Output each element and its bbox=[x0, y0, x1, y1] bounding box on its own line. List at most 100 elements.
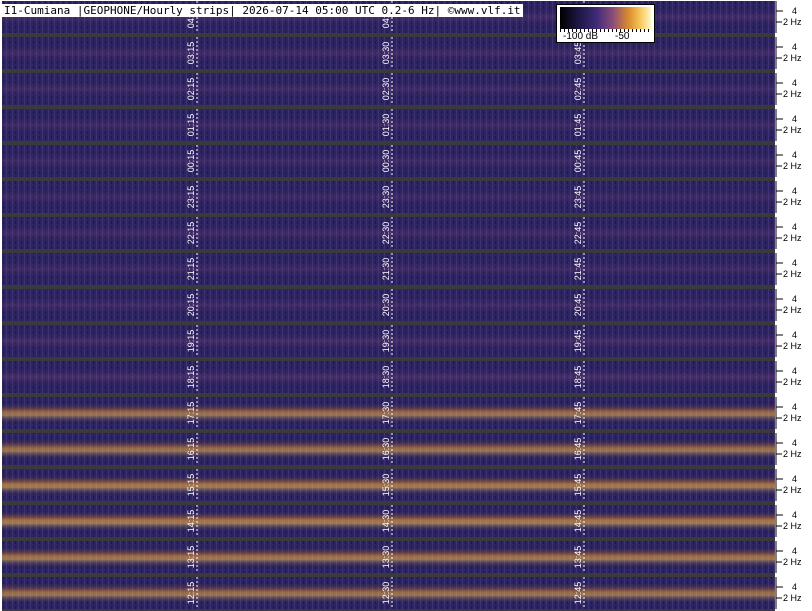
time-label: 18:30 bbox=[381, 366, 391, 389]
y-tick-label-4: 4 bbox=[792, 546, 797, 556]
y-tick-label-2hz: 2 Hz bbox=[783, 521, 802, 531]
colorbar-gradient bbox=[560, 7, 651, 29]
time-label: 13:30 bbox=[381, 546, 391, 569]
y-tick-label-4: 4 bbox=[792, 78, 797, 88]
time-label: 19:15 bbox=[186, 330, 196, 353]
y-tick-label-2hz: 2 Hz bbox=[783, 161, 802, 171]
time-label: 20:45 bbox=[573, 294, 583, 317]
strip-separator bbox=[2, 573, 775, 577]
y-tick-label-2hz: 2 Hz bbox=[783, 89, 802, 99]
time-label: 12:15 bbox=[186, 582, 196, 605]
strip-9: 19:15 19:30 19:45 42 Hz bbox=[2, 325, 802, 361]
y-tick-label-4: 4 bbox=[792, 402, 797, 412]
time-label: 23:15 bbox=[186, 186, 196, 209]
colorbar-label-high: -50 bbox=[615, 31, 630, 42]
time-label: 18:15 bbox=[186, 366, 196, 389]
time-label: 01:45 bbox=[573, 114, 583, 137]
y-tick-label-2hz: 2 Hz bbox=[783, 449, 802, 459]
strip-4: 00:15 00:30 00:45 42 Hz bbox=[2, 145, 802, 181]
time-label: 00:30 bbox=[381, 150, 391, 173]
time-label: 16:30 bbox=[381, 438, 391, 461]
strip-11: 17:15 17:30 17:45 42 Hz bbox=[2, 397, 802, 433]
time-label: 12:45 bbox=[573, 582, 583, 605]
strip-10: 18:15 18:30 18:45 42 Hz bbox=[2, 361, 802, 397]
time-label: 20:30 bbox=[381, 294, 391, 317]
y-tick-label-4: 4 bbox=[792, 510, 797, 520]
y-tick-label-2hz: 2 Hz bbox=[783, 593, 802, 603]
strip-separator bbox=[2, 537, 775, 541]
strip-separator bbox=[2, 105, 775, 109]
y-tick-label-4: 4 bbox=[792, 294, 797, 304]
strip-separator bbox=[2, 501, 775, 505]
time-label: 00:45 bbox=[573, 150, 583, 173]
y-tick-label-2hz: 2 Hz bbox=[783, 485, 802, 495]
chart-title: I1-Cumiana |GEOPHONE/Hourly strips| 2026… bbox=[2, 4, 523, 17]
y-tick-label-2hz: 2 Hz bbox=[783, 233, 802, 243]
time-label: 14:45 bbox=[573, 510, 583, 533]
time-label: 14:30 bbox=[381, 510, 391, 533]
strip-7: 21:15 21:30 21:45 42 Hz bbox=[2, 253, 802, 289]
colorbar-label-low: -100 dB bbox=[563, 31, 599, 42]
strip-13: 15:15 15:30 15:45 42 Hz bbox=[2, 469, 802, 505]
time-label: 01:30 bbox=[381, 114, 391, 137]
strip-separator bbox=[2, 33, 775, 37]
y-tick-label-2hz: 2 Hz bbox=[783, 53, 802, 63]
time-label: 20:15 bbox=[186, 294, 196, 317]
time-label: 15:30 bbox=[381, 474, 391, 497]
strip-8: 20:15 20:30 20:45 42 Hz bbox=[2, 289, 802, 325]
time-label: 00:15 bbox=[186, 150, 196, 173]
time-label: 02:30 bbox=[381, 78, 391, 101]
time-label: 15:45 bbox=[573, 474, 583, 497]
y-tick-label-2hz: 2 Hz bbox=[783, 377, 802, 387]
y-tick-label-2hz: 2 Hz bbox=[783, 125, 802, 135]
spectrogram-chart: 04:1504:3004:4542 Hz03:1503:3003:4542 Hz… bbox=[2, 1, 802, 611]
strip-separator bbox=[2, 285, 775, 289]
y-tick-label-4: 4 bbox=[792, 6, 797, 16]
y-tick-label-4: 4 bbox=[792, 150, 797, 160]
time-label: 19:30 bbox=[381, 330, 391, 353]
strip-14: 14:15 14:30 14:45 42 Hz bbox=[2, 505, 802, 541]
spectrogram-figure: 04:1504:3004:4542 Hz03:1503:3003:4542 Hz… bbox=[0, 0, 812, 611]
time-label: 15:15 bbox=[186, 474, 196, 497]
strip-1: 03:15 03:30 03:45 42 Hz bbox=[2, 37, 802, 73]
y-tick-label-2hz: 2 Hz bbox=[783, 17, 802, 27]
strip-separator bbox=[2, 357, 775, 361]
strip-5: 23:15 23:30 23:45 42 Hz bbox=[2, 181, 802, 217]
y-tick-label-2hz: 2 Hz bbox=[783, 413, 802, 423]
time-label: 22:45 bbox=[573, 222, 583, 245]
y-tick-label-4: 4 bbox=[792, 114, 797, 124]
time-label: 14:15 bbox=[186, 510, 196, 533]
time-label: 17:15 bbox=[186, 402, 196, 425]
y-tick-label-4: 4 bbox=[792, 330, 797, 340]
time-label: 17:45 bbox=[573, 402, 583, 425]
time-label: 03:15 bbox=[186, 42, 196, 65]
time-label: 23:30 bbox=[381, 186, 391, 209]
y-tick-label-4: 4 bbox=[792, 474, 797, 484]
y-tick-label-2hz: 2 Hz bbox=[783, 305, 802, 315]
strip-15: 13:15 13:30 13:45 42 Hz bbox=[2, 541, 802, 577]
strip-separator bbox=[2, 213, 775, 217]
y-tick-label-4: 4 bbox=[792, 42, 797, 52]
time-label: 22:15 bbox=[186, 222, 196, 245]
strip-separator bbox=[2, 249, 775, 253]
y-tick-label-4: 4 bbox=[792, 258, 797, 268]
time-label: 16:45 bbox=[573, 438, 583, 461]
strip-separator bbox=[2, 69, 775, 73]
time-label: 21:15 bbox=[186, 258, 196, 281]
y-tick-label-2hz: 2 Hz bbox=[783, 197, 802, 207]
y-tick-label-4: 4 bbox=[792, 186, 797, 196]
y-tick-label-2hz: 2 Hz bbox=[783, 557, 802, 567]
strip-3: 01:15 01:30 01:45 42 Hz bbox=[2, 109, 802, 145]
time-label: 18:45 bbox=[573, 366, 583, 389]
strip-separator bbox=[2, 465, 775, 469]
strip-separator bbox=[2, 177, 775, 181]
time-label: 16:15 bbox=[186, 438, 196, 461]
time-label: 01:15 bbox=[186, 114, 196, 137]
y-tick-label-2hz: 2 Hz bbox=[783, 341, 802, 351]
strip-separator bbox=[2, 141, 775, 145]
time-label: 22:30 bbox=[381, 222, 391, 245]
y-tick-label-4: 4 bbox=[792, 438, 797, 448]
y-tick-label-4: 4 bbox=[792, 366, 797, 376]
colorbar-legend: -100 dB -50 bbox=[556, 4, 655, 43]
strip-separator bbox=[2, 393, 775, 397]
